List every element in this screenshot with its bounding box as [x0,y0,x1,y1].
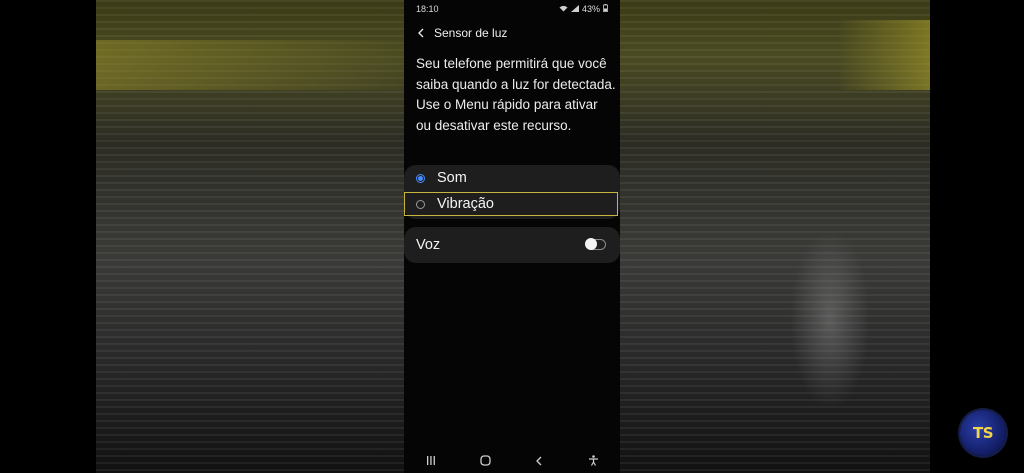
battery-level: 43% [581,4,600,14]
accessibility-focus-outline [404,192,618,216]
app-header: Sensor de luz [404,22,620,44]
signal-icon [570,4,579,14]
status-time: 18:10 [416,4,439,14]
voice-toggle-switch[interactable] [585,238,606,250]
back-icon[interactable] [527,451,551,471]
phone-screen: 18:10 43% Sensor de luz Seu telefone per… [404,0,620,473]
background-glow [790,230,870,410]
radio-option-som[interactable]: Som [404,165,620,191]
page-title: Sensor de luz [434,26,508,40]
logo-text: TS [972,424,994,442]
wifi-icon [559,5,568,14]
recent-apps-icon[interactable] [419,451,443,471]
background-highlight-right [840,20,930,90]
chevron-left-icon[interactable] [414,26,428,40]
home-icon[interactable] [473,451,497,471]
radio-label-som: Som [437,170,467,186]
voice-toggle-label: Voz [416,237,441,253]
radio-selected-icon[interactable] [416,173,425,183]
status-icons: 43% [559,4,608,14]
description-text: Seu telefone permitirá que você saiba qu… [416,56,616,133]
voice-toggle-row[interactable]: Voz [404,227,620,263]
battery-icon [603,4,608,14]
channel-logo: TS [960,410,1006,456]
navigation-bar [404,448,620,473]
video-frame: 18:10 43% Sensor de luz Seu telefone per… [0,0,1024,473]
radio-dot [418,175,423,181]
toggle-knob [585,238,597,250]
accessibility-icon[interactable] [581,451,605,471]
status-bar: 18:10 43% [404,0,620,18]
background-highlight-left [96,40,404,90]
